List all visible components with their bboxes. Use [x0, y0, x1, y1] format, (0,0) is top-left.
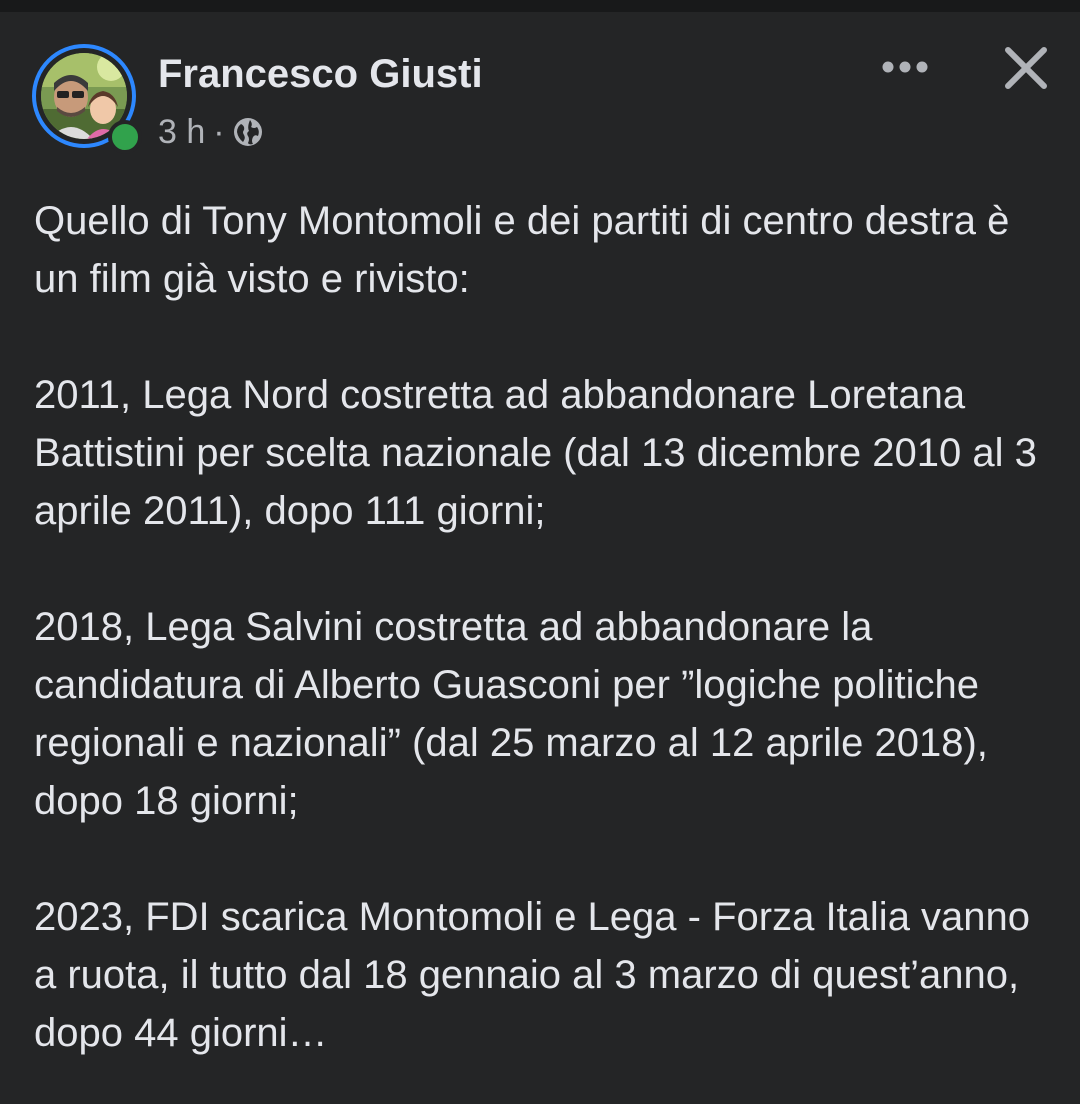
globe-icon[interactable]: [233, 117, 263, 147]
meta-separator: ·: [213, 112, 225, 151]
top-divider: [0, 0, 1080, 12]
more-options-button[interactable]: [870, 42, 940, 92]
close-button[interactable]: [998, 40, 1054, 96]
post-paragraph-2018: 2018, Lega Salvini costretta ad abbandon…: [34, 605, 988, 823]
post-paragraph-2023: 2023, FDI scarica Montomoli e Lega - For…: [34, 895, 1031, 1055]
avatar[interactable]: [32, 44, 142, 154]
post-body: Quello di Tony Montomoli e dei partiti d…: [34, 192, 1054, 1062]
post-paragraph-intro: Quello di Tony Montomoli e dei partiti d…: [34, 199, 1010, 301]
author-name[interactable]: Francesco Giusti: [158, 52, 483, 97]
close-icon: [1005, 47, 1047, 89]
online-status-dot: [108, 120, 142, 154]
ellipsis-icon: [882, 61, 928, 73]
post-meta: 3 h ·: [158, 112, 263, 152]
post-timestamp[interactable]: 3 h: [158, 113, 205, 152]
post-paragraph-2011: 2011, Lega Nord costretta ad abbandonare…: [34, 373, 1037, 533]
post-header: Francesco Giusti 3 h ·: [0, 12, 1080, 162]
post-card: Francesco Giusti 3 h · Quello di Tony Mo…: [0, 0, 1080, 1104]
